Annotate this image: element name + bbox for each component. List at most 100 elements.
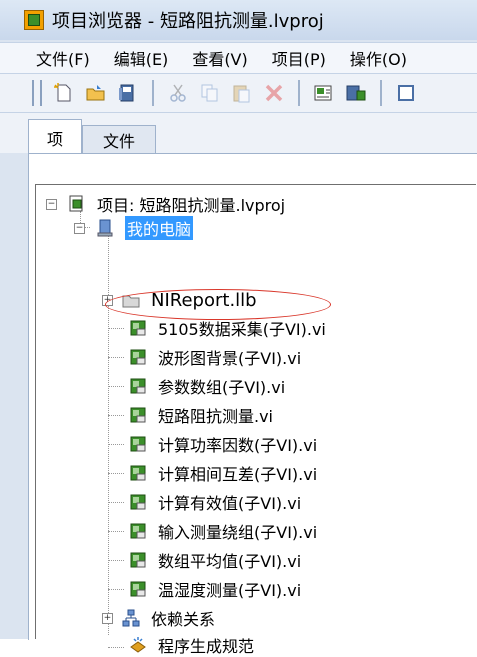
tree-row-vi[interactable]: 计算相间互差(子VI).vi (128, 461, 317, 485)
scissors-icon (170, 84, 186, 102)
menu-operate[interactable]: 操作(O) (338, 46, 419, 70)
save-all-button[interactable] (115, 80, 141, 106)
tree-pane: − 项目: 短路阻抗测量.lvproj − 我的电脑 + NIReport.ll… (28, 153, 477, 656)
project-label: 项目: 短路阻抗测量.lvproj (97, 196, 286, 215)
vi-label: 输入测量绕组(子VI).vi (158, 523, 318, 542)
project-icon (67, 194, 87, 214)
build-button[interactable] (343, 80, 369, 106)
vi-file-icon (128, 521, 148, 541)
tree-row-vi[interactable]: 数组平均值(子VI).vi (128, 548, 301, 572)
expand-toggle[interactable]: + (102, 612, 113, 624)
tree-row-my-computer[interactable]: − 我的电脑 (74, 216, 194, 240)
menu-view[interactable]: 查看(V) (180, 46, 259, 70)
delete-button[interactable] (261, 80, 287, 106)
vi-label: 波形图背景(子VI).vi (158, 349, 302, 368)
tree-line (108, 386, 124, 387)
save-all-icon (119, 84, 134, 102)
tree-row-vi[interactable]: 计算有效值(子VI).vi (128, 490, 301, 514)
tree-line (108, 328, 124, 329)
tree-row-nireport-llb[interactable]: + NIReport.llb (102, 288, 257, 312)
collapse-toggle[interactable]: − (46, 198, 57, 210)
tree-row-build-specs[interactable]: 程序生成规范 (128, 633, 254, 657)
tree-row-vi[interactable]: 输入测量绕组(子VI).vi (128, 519, 317, 543)
dependencies-icon (121, 608, 141, 628)
computer-icon (95, 218, 115, 238)
tree-row-dependencies[interactable]: + 依赖关系 (102, 606, 215, 630)
tree-line (108, 415, 124, 416)
new-file-icon (54, 83, 71, 102)
vi-file-icon (128, 463, 148, 483)
copy-button[interactable] (197, 80, 223, 106)
toolbar-separator (380, 80, 382, 106)
vi-file-icon (128, 405, 148, 425)
tree-row-vi[interactable]: 参数数组(子VI).vi (128, 374, 285, 398)
labview-project-icon (24, 10, 44, 30)
menu-edit[interactable]: 编辑(E) (102, 46, 181, 70)
toolbar-overflow-button[interactable] (393, 80, 419, 106)
tree-line (108, 647, 124, 648)
vi-label: 计算功率因数(子VI).vi (158, 436, 318, 455)
cut-button[interactable] (165, 80, 191, 106)
window-title: 项目浏览器 - 短路阻抗测量.lvproj (52, 11, 324, 32)
build-specifications-icon (128, 635, 148, 655)
tree-line (108, 502, 124, 503)
vi-label: 短路阻抗测量.vi (158, 407, 274, 426)
vi-label: 温湿度测量(子VI).vi (158, 581, 302, 600)
vi-file-icon (128, 376, 148, 396)
vi-file-icon (128, 550, 148, 570)
library-label: NIReport.llb (151, 289, 257, 311)
menu-bar: 文件(F) 编辑(E) 查看(V) 项目(P) 操作(O) (0, 42, 477, 74)
paste-icon (233, 85, 250, 103)
tree-line (108, 560, 124, 561)
toolbar-grip[interactable] (32, 80, 42, 106)
toolbar-separator (298, 80, 300, 106)
tree-row-project[interactable]: − 项目: 短路阻抗测量.lvproj (46, 192, 285, 216)
paste-button[interactable] (229, 80, 255, 106)
vi-file-icon (128, 579, 148, 599)
delete-x-icon (265, 84, 283, 102)
tree-row-vi[interactable]: 温湿度测量(子VI).vi (128, 577, 301, 601)
dependencies-label: 依赖关系 (151, 610, 216, 629)
tree-row-vi[interactable]: 5105数据采集(子VI).vi (128, 316, 326, 340)
tree-line (108, 473, 124, 474)
tree-line (108, 357, 124, 358)
tree-line (108, 531, 124, 532)
open-folder-icon (86, 85, 105, 101)
tree-line (108, 444, 124, 445)
open-button[interactable] (83, 80, 109, 106)
menu-file[interactable]: 文件(F) (0, 46, 102, 70)
tree-row-vi[interactable]: 短路阻抗测量.vi (128, 403, 273, 427)
vi-file-icon (128, 492, 148, 512)
copy-icon (201, 84, 218, 102)
vi-label: 5105数据采集(子VI).vi (158, 320, 326, 339)
tab-strip: 项 文件 (0, 113, 477, 155)
vi-file-icon (128, 434, 148, 454)
tree-row-vi[interactable]: 计算功率因数(子VI).vi (128, 432, 317, 456)
tab-items[interactable]: 项 (28, 119, 82, 155)
new-file-button[interactable] (51, 80, 77, 106)
window-icon (398, 85, 414, 101)
vi-label: 参数数组(子VI).vi (158, 378, 286, 397)
folder-icon (121, 290, 141, 310)
vi-label: 计算相间互差(子VI).vi (158, 465, 318, 484)
build-icon (346, 85, 366, 101)
tree-line (108, 589, 124, 590)
project-properties-button[interactable] (311, 80, 337, 106)
vi-file-icon (128, 318, 148, 338)
build-specifications-label: 程序生成规范 (158, 637, 255, 656)
vi-file-icon (128, 347, 148, 367)
my-computer-label: 我的电脑 (125, 216, 194, 240)
menu-project[interactable]: 项目(P) (260, 46, 338, 70)
tree-row-vi[interactable]: 波形图背景(子VI).vi (128, 345, 301, 369)
tab-files[interactable]: 文件 (82, 125, 156, 154)
project-explorer-window: 项目浏览器 - 短路阻抗测量.lvproj 文件(F) 编辑(E) 查看(V) … (0, 0, 477, 656)
vi-label: 计算有效值(子VI).vi (158, 494, 302, 513)
title-bar[interactable]: 项目浏览器 - 短路阻抗测量.lvproj (0, 0, 477, 40)
project-properties-icon (314, 85, 332, 101)
toolbar (0, 74, 477, 113)
vi-label: 数组平均值(子VI).vi (158, 552, 302, 571)
expand-toggle[interactable]: + (102, 294, 113, 306)
project-tree: − 项目: 短路阻抗测量.lvproj − 我的电脑 + NIReport.ll… (35, 184, 476, 656)
collapse-toggle[interactable]: − (74, 222, 85, 234)
toolbar-separator (152, 80, 154, 106)
